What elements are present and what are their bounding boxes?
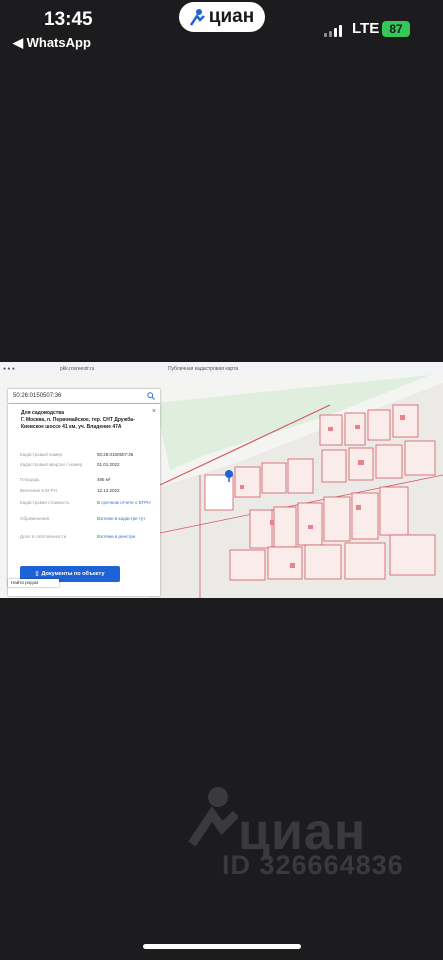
- info-row-value[interactable]: Взгляни в кадастре тут: [97, 516, 157, 521]
- cadastral-search-input[interactable]: 50:26:0150507:36: [8, 389, 160, 403]
- info-row-value: 12.12.2022: [97, 488, 120, 493]
- object-info-card: × Для садоводства Г. Москва, п. Первомай…: [8, 404, 160, 596]
- battery-icon: 87: [382, 21, 410, 37]
- info-row-label: Доля в собственности: [20, 534, 67, 539]
- info-row-value: 01.01.2022: [97, 462, 120, 467]
- cian-watermark-icon: [188, 784, 240, 851]
- cian-badge[interactable]: циан: [179, 2, 265, 32]
- status-time: 13:45: [44, 9, 93, 30]
- info-row: Обременения Взгляни в кадастре тут: [20, 516, 160, 524]
- window-controls-icon: ● ● ●: [3, 366, 15, 372]
- documents-button-label: Документы по объекту: [41, 571, 105, 577]
- cian-badge-label: циан: [208, 6, 255, 27]
- info-row: Доля в собственности Взгляни в реестре: [20, 534, 160, 542]
- info-row: Кадастровый квартал / номер 01.01.2022: [20, 462, 160, 470]
- cadastral-map-screenshot[interactable]: ● ● ● pkk.rosreestr.ru Публичная кадастр…: [0, 362, 443, 598]
- search-value: 50:26:0150507:36: [13, 393, 62, 399]
- find-nearby-button[interactable]: Найти рядом: [8, 579, 59, 587]
- info-row: Площадь 495 м²: [20, 477, 160, 485]
- search-icon[interactable]: [147, 392, 155, 400]
- object-address: Для садоводства Г. Москва, п. Первомайск…: [21, 410, 151, 431]
- info-row-label: Внесение в ЕГРН: [20, 488, 57, 493]
- network-label: LTE: [352, 20, 380, 37]
- info-row-label: Кадастровый номер: [20, 452, 63, 457]
- info-row: Внесение в ЕГРН 12.12.2022: [20, 488, 160, 496]
- object-type: Для садоводства: [21, 410, 65, 416]
- back-to-whatsapp-link[interactable]: ◀ WhatsApp: [13, 35, 91, 51]
- info-row-value: 495 м²: [97, 477, 111, 482]
- close-icon[interactable]: ×: [152, 408, 156, 415]
- object-address-text: Г. Москва, п. Первомайское, тер. СНТ Дру…: [21, 417, 135, 430]
- browser-title: Публичная кадастровая карта: [168, 366, 239, 372]
- cian-logo-icon: [189, 9, 205, 26]
- battery-level: 87: [389, 22, 403, 36]
- info-row-value[interactable]: В срочном отчете о ЕГРН: [97, 500, 157, 505]
- document-icon: ▯: [35, 571, 39, 577]
- info-row-label: Площадь: [20, 477, 40, 482]
- info-row-label: Кадастровый квартал / номер: [20, 462, 83, 467]
- info-row-label: Кадастровая стоимость: [20, 500, 70, 505]
- info-row-label: Обременения: [20, 516, 50, 521]
- signal-icon: [324, 25, 342, 37]
- info-row-value[interactable]: Взгляни в реестре: [97, 534, 157, 539]
- listing-id: ID 326664836: [222, 850, 404, 880]
- find-nearby-label: Найти рядом: [11, 580, 39, 585]
- info-row: Кадастровая стоимость В срочном отчете о …: [20, 500, 160, 508]
- info-row-value: 50:26:0150507:36: [97, 452, 134, 457]
- browser-url[interactable]: pkk.rosreestr.ru: [60, 366, 94, 372]
- info-row: Кадастровый номер 50:26:0150507:36: [20, 452, 160, 460]
- browser-bar: ● ● ● pkk.rosreestr.ru Публичная кадастр…: [0, 362, 443, 376]
- home-indicator[interactable]: [143, 944, 301, 949]
